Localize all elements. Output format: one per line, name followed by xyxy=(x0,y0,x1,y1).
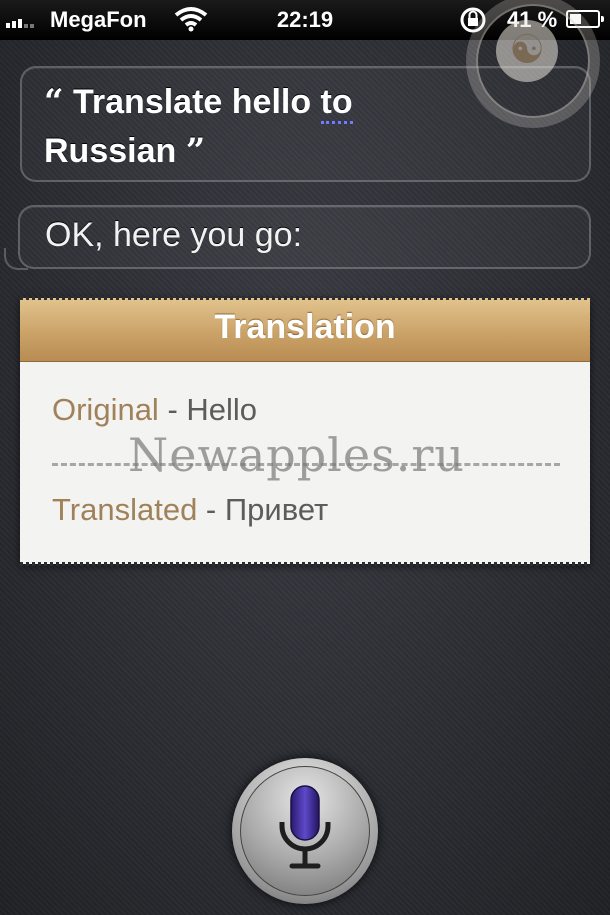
translated-value: Привет xyxy=(224,492,329,527)
user-query-text[interactable]: “ Translate hello to Russian ” xyxy=(44,78,444,176)
close-quote: ” xyxy=(185,131,206,171)
open-quote: “ xyxy=(44,82,64,122)
translated-label: Translated xyxy=(52,492,198,527)
user-query-line1: Translate hello to xyxy=(73,83,353,124)
globe-emblem-icon: ☯ xyxy=(496,20,558,82)
siri-bubble-tail xyxy=(4,248,28,270)
translated-separator: - xyxy=(197,492,225,527)
original-row: Original - Hello xyxy=(52,392,257,428)
user-query-line1-text: Translate hello xyxy=(73,83,321,121)
siri-reply-text: OK, here you go: xyxy=(45,216,303,254)
correction-hint-word[interactable]: to xyxy=(320,83,353,124)
card-perforation-bottom xyxy=(20,562,590,566)
translation-card-title: Translation xyxy=(214,308,396,346)
original-label: Original xyxy=(52,392,159,427)
original-value: Hello xyxy=(186,392,258,427)
translation-card[interactable]: Translation Original - Hello Newapples.r… xyxy=(20,298,590,564)
user-query-line2: Russian xyxy=(44,132,177,170)
translated-row: Translated - Привет xyxy=(52,492,328,528)
translation-card-header: Translation xyxy=(20,298,590,362)
watermark: Newapples.ru xyxy=(128,428,465,482)
microphone-icon xyxy=(279,785,331,869)
card-perforation-top xyxy=(20,296,590,300)
original-separator: - xyxy=(158,392,187,427)
rotation-lock-icon xyxy=(460,7,486,33)
